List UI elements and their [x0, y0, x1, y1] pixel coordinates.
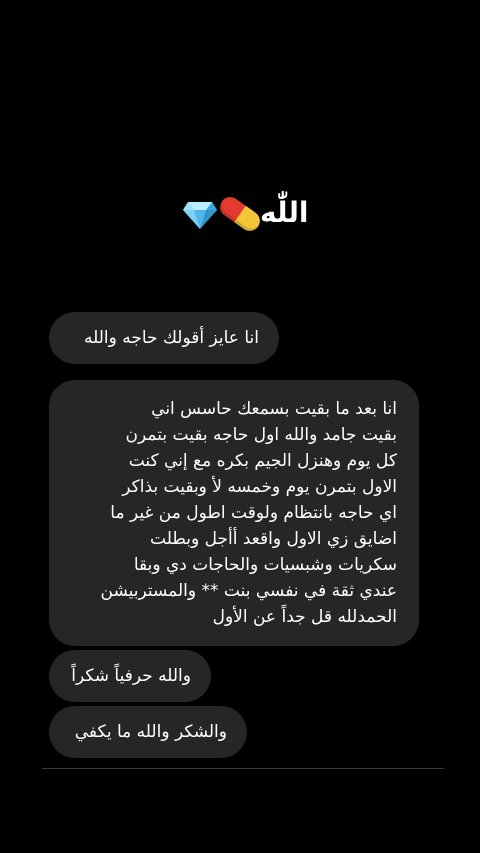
message-bubble[interactable]: والله حرفياً شكراً — [49, 650, 211, 702]
message-text: والله حرفياً شكراً — [71, 666, 191, 686]
chat-header: اللّٰه — [0, 192, 480, 240]
gem-emoji-icon — [183, 202, 217, 229]
message-bubble[interactable]: والشكر والله ما يكفي — [49, 706, 247, 758]
divider — [42, 768, 444, 769]
message-text: انا عايز أقولك حاجه والله — [84, 328, 259, 348]
message-line: الحمدلله قل جداً عن الأول — [212, 607, 397, 627]
message-bubble[interactable]: انا بعد ما بقيت بسمعك حاسس اني بقيت جامد… — [49, 380, 419, 646]
message-line: الاول بتمرن يوم وخمسه لأ وبقيت بذاكر — [122, 477, 397, 497]
pill-emoji-icon — [216, 193, 264, 235]
message-line: بقيت جامد والله اول حاجه بقيت بتمرن — [125, 425, 397, 445]
message-line: انا بعد ما بقيت بسمعك حاسس اني — [151, 399, 397, 419]
message-text: والشكر والله ما يكفي — [74, 722, 227, 742]
message-line: اضايق زي الاول واقعد أأجل وبطلت — [150, 529, 397, 549]
message-line: اي حاجه بانتظام ولوقت اطول من غير ما — [110, 503, 397, 523]
message-line: كل يوم وهنزل الجيم بكره مع إني كنت — [128, 451, 397, 471]
message-line: عندي ثقة في نفسي بنت ** والمستربيشن — [100, 581, 397, 601]
header-title: اللّٰه — [260, 196, 309, 229]
emoji-row — [182, 193, 264, 235]
message-bubble[interactable]: انا عايز أقولك حاجه والله — [49, 312, 279, 364]
message-line: سكريات وشبسيات والحاجات دي وبقا — [133, 555, 397, 575]
